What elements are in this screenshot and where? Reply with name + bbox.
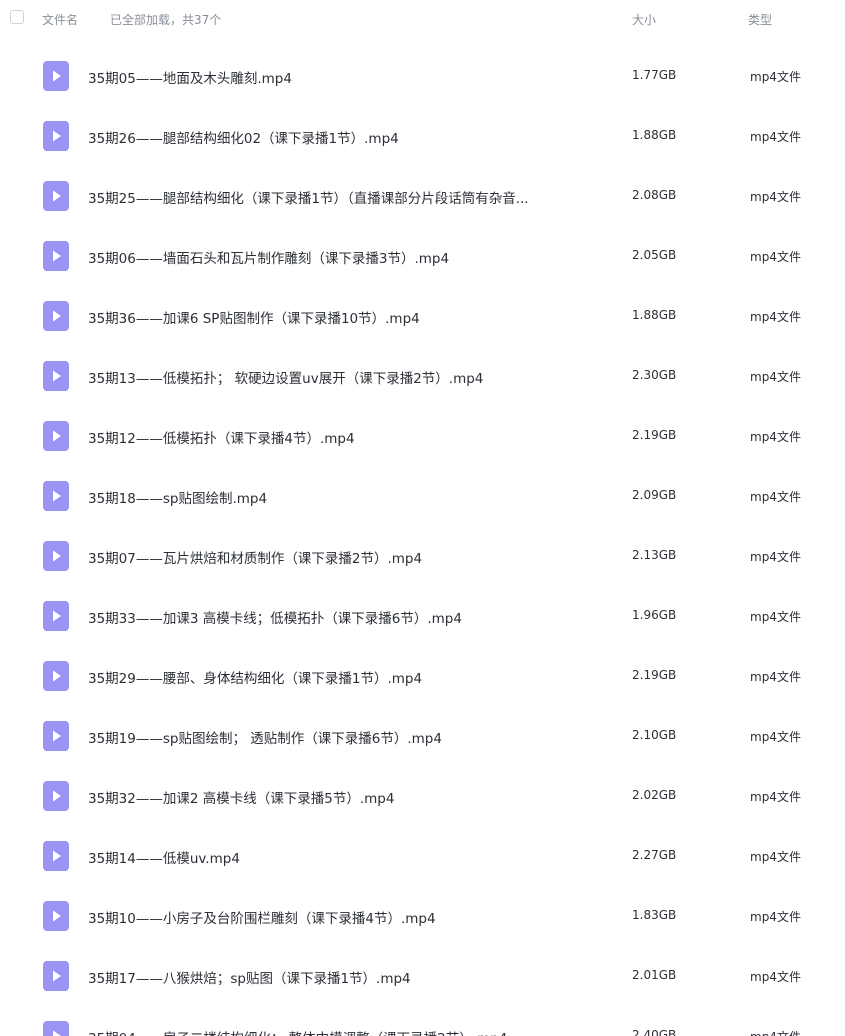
column-header-type[interactable]: 类型 (748, 11, 772, 28)
file-name[interactable]: 35期12——低模拓扑（课下录播4节）.mp4 (88, 427, 355, 447)
file-name[interactable]: 35期19——sp贴图绘制； 透贴制作（课下录播6节）.mp4 (88, 727, 442, 747)
file-size: 2.09GB (632, 488, 677, 502)
file-row[interactable]: 35期04——房子二楼结构细化； 整体中模调整（课下录播2节）.mp4 2.40G… (0, 1006, 845, 1036)
file-name[interactable]: 35期07——瓦片烘焙和材质制作（课下录播2节）.mp4 (88, 547, 422, 567)
file-row[interactable]: 35期25——腿部结构细化（课下录播1节）（直播课部分片段话筒有杂音... 2.0… (0, 166, 845, 226)
video-file-icon (43, 481, 69, 511)
file-type: mp4文件 (750, 310, 801, 324)
file-row[interactable]: 35期05——地面及木头雕刻.mp4 1.77GB mp4文件 (0, 46, 845, 106)
file-row[interactable]: 35期10——小房子及台阶围栏雕刻（课下录播4节）.mp4 1.83GB mp4文件 (0, 886, 845, 946)
file-size: 1.96GB (632, 608, 677, 622)
file-name[interactable]: 35期13——低模拓扑； 软硬边设置uv展开（课下录播2节）.mp4 (88, 367, 483, 387)
video-file-icon (43, 181, 69, 211)
file-row[interactable]: 35期06——墙面石头和瓦片制作雕刻（课下录播3节）.mp4 2.05GB mp4文… (0, 226, 845, 286)
file-row[interactable]: 35期12——低模拓扑（课下录播4节）.mp4 2.19GB mp4文件 (0, 406, 845, 466)
file-size: 2.19GB (632, 428, 677, 442)
file-type: mp4文件 (750, 730, 801, 744)
file-size: 2.19GB (632, 668, 677, 682)
video-file-icon (43, 1021, 69, 1036)
file-size: 2.05GB (632, 248, 677, 262)
file-name[interactable]: 35期17——八猴烘焙；sp贴图（课下录播1节）.mp4 (88, 967, 411, 987)
file-row[interactable]: 35期29——腰部、身体结构细化（课下录播1节）.mp4 2.19GB mp4文件 (0, 646, 845, 706)
file-type: mp4文件 (750, 550, 801, 564)
file-size: 1.88GB (632, 308, 677, 322)
file-row[interactable]: 35期17——八猴烘焙；sp贴图（课下录播1节）.mp4 2.01GB mp4文件 (0, 946, 845, 1006)
load-status-text: 已全部加载，共37个 (110, 13, 222, 27)
file-type: mp4文件 (750, 430, 801, 444)
video-file-icon (43, 961, 69, 991)
file-type: mp4文件 (750, 370, 801, 384)
file-name[interactable]: 35期18——sp贴图绘制.mp4 (88, 487, 267, 507)
file-type: mp4文件 (750, 970, 801, 984)
file-size: 2.10GB (632, 728, 677, 742)
file-name[interactable]: 35期04——房子二楼结构细化； 整体中模调整（课下录播2节）.mp4 (88, 1027, 507, 1036)
file-type: mp4文件 (750, 910, 801, 924)
video-file-icon (43, 61, 69, 91)
video-file-icon (43, 661, 69, 691)
file-name[interactable]: 35期26——腿部结构细化02（课下录播1节）.mp4 (88, 127, 399, 147)
file-row[interactable]: 35期33——加课3 高模卡线；低模拓扑（课下录播6节）.mp4 1.96GB mp… (0, 586, 845, 646)
file-type: mp4文件 (750, 490, 801, 504)
file-type: mp4文件 (750, 670, 801, 684)
video-file-icon (43, 301, 69, 331)
video-file-icon (43, 601, 69, 631)
file-list: 35期05——地面及木头雕刻.mp4 1.77GB mp4文件 35期26——腿部结构… (0, 46, 845, 1036)
file-name[interactable]: 35期32——加课2 高模卡线（课下录播5节）.mp4 (88, 787, 394, 807)
video-file-icon (43, 241, 69, 271)
video-file-icon (43, 721, 69, 751)
file-row[interactable]: 35期36——加课6 SP贴图制作（课下录播10节）.mp4 1.88GB mp4文… (0, 286, 845, 346)
file-name[interactable]: 35期29——腰部、身体结构细化（课下录播1节）.mp4 (88, 667, 422, 687)
file-name[interactable]: 35期25——腿部结构细化（课下录播1节）（直播课部分片段话筒有杂音... (88, 187, 529, 207)
file-type: mp4文件 (750, 190, 801, 204)
file-size: 2.08GB (632, 188, 677, 202)
file-type: mp4文件 (750, 70, 801, 84)
select-all-checkbox[interactable] (10, 10, 24, 24)
video-file-icon (43, 901, 69, 931)
column-header-size[interactable]: 大小 (632, 11, 656, 28)
file-size: 1.88GB (632, 128, 677, 142)
file-size: 2.30GB (632, 368, 677, 382)
file-size: 2.13GB (632, 548, 677, 562)
file-size: 1.77GB (632, 68, 677, 82)
file-row[interactable]: 35期18——sp贴图绘制.mp4 2.09GB mp4文件 (0, 466, 845, 526)
video-file-icon (43, 541, 69, 571)
file-list-view: 文件名 已全部加载，共37个 大小 类型 35期05——地面及木头雕刻.mp4 1… (0, 0, 845, 1036)
file-row[interactable]: 35期32——加课2 高模卡线（课下录播5节）.mp4 2.02GB mp4文件 (0, 766, 845, 826)
video-file-icon (43, 841, 69, 871)
file-size: 2.01GB (632, 968, 677, 982)
file-type: mp4文件 (750, 610, 801, 624)
file-name[interactable]: 35期10——小房子及台阶围栏雕刻（课下录播4节）.mp4 (88, 907, 436, 927)
file-name[interactable]: 35期33——加课3 高模卡线；低模拓扑（课下录播6节）.mp4 (88, 607, 462, 627)
file-type: mp4文件 (750, 1028, 801, 1036)
video-file-icon (43, 421, 69, 451)
file-name[interactable]: 35期06——墙面石头和瓦片制作雕刻（课下录播3节）.mp4 (88, 247, 449, 267)
file-row[interactable]: 35期13——低模拓扑； 软硬边设置uv展开（课下录播2节）.mp4 2.30GB… (0, 346, 845, 406)
file-type: mp4文件 (750, 130, 801, 144)
file-row[interactable]: 35期26——腿部结构细化02（课下录播1节）.mp4 1.88GB mp4文件 (0, 106, 845, 166)
video-file-icon (43, 121, 69, 151)
column-header-name[interactable]: 文件名 (42, 11, 78, 28)
video-file-icon (43, 781, 69, 811)
file-size: 1.83GB (632, 908, 677, 922)
file-size: 2.02GB (632, 788, 677, 802)
file-type: mp4文件 (750, 250, 801, 264)
file-type: mp4文件 (750, 790, 801, 804)
list-header: 文件名 已全部加载，共37个 大小 类型 (0, 0, 845, 38)
file-name[interactable]: 35期36——加课6 SP贴图制作（课下录播10节）.mp4 (88, 307, 420, 327)
file-type: mp4文件 (750, 850, 801, 864)
file-size: 2.40GB (632, 1028, 677, 1036)
file-name[interactable]: 35期14——低模uv.mp4 (88, 847, 240, 867)
file-name[interactable]: 35期05——地面及木头雕刻.mp4 (88, 67, 292, 87)
file-row[interactable]: 35期14——低模uv.mp4 2.27GB mp4文件 (0, 826, 845, 886)
file-row[interactable]: 35期19——sp贴图绘制； 透贴制作（课下录播6节）.mp4 2.10GB mp4… (0, 706, 845, 766)
file-row[interactable]: 35期07——瓦片烘焙和材质制作（课下录播2节）.mp4 2.13GB mp4文件 (0, 526, 845, 586)
video-file-icon (43, 361, 69, 391)
file-size: 2.27GB (632, 848, 677, 862)
